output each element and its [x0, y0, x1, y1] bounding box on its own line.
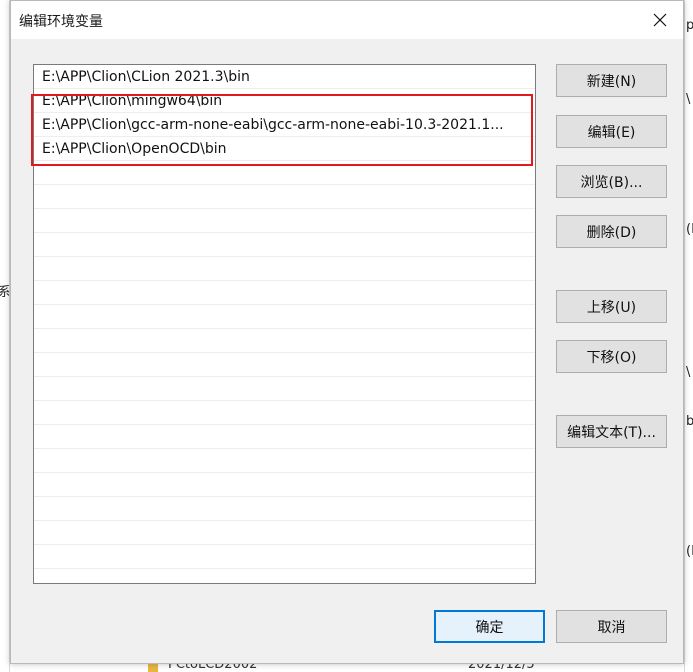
- delete-button[interactable]: 删除(D): [556, 215, 667, 248]
- close-button[interactable]: [637, 1, 683, 39]
- background-right-text: p.: [686, 18, 693, 33]
- background-file-name: PCtoLCD2002: [168, 664, 258, 672]
- new-button[interactable]: 新建(N): [556, 64, 667, 97]
- list-item[interactable]: [34, 161, 535, 185]
- background-right-edge: p. \ (D \ b (L: [684, 0, 693, 672]
- background-right-text: (L: [686, 544, 693, 559]
- list-item[interactable]: [34, 257, 535, 281]
- background-left-text: 系: [0, 281, 9, 300]
- list-item[interactable]: E:\APP\Clion\OpenOCD\bin: [34, 137, 535, 161]
- path-list[interactable]: E:\APP\Clion\CLion 2021.3\bin E:\APP\Cli…: [33, 64, 536, 584]
- move-down-button[interactable]: 下移(O): [556, 340, 667, 373]
- list-item[interactable]: [34, 329, 535, 353]
- list-item[interactable]: [34, 233, 535, 257]
- list-item[interactable]: [34, 305, 535, 329]
- edit-env-var-dialog: 编辑环境变量 E:\APP\Clion\CLion 2021.3\bin E:\…: [10, 0, 684, 664]
- background-file-date: 2021/12/5: [468, 664, 535, 672]
- background-right-text: \: [686, 92, 691, 107]
- background-right-text: b: [686, 414, 693, 429]
- list-item[interactable]: [34, 473, 535, 497]
- folder-icon: [148, 664, 158, 672]
- browse-button[interactable]: 浏览(B)...: [556, 165, 667, 198]
- list-item[interactable]: E:\APP\Clion\gcc-arm-none-eabi\gcc-arm-n…: [34, 113, 535, 137]
- list-item[interactable]: [34, 449, 535, 473]
- background-right-text: \: [686, 365, 691, 380]
- list-item[interactable]: [34, 425, 535, 449]
- title-bar: 编辑环境变量: [11, 1, 683, 39]
- list-item[interactable]: [34, 521, 535, 545]
- list-item[interactable]: [34, 281, 535, 305]
- list-item[interactable]: [34, 401, 535, 425]
- list-item[interactable]: [34, 353, 535, 377]
- dialog-title: 编辑环境变量: [19, 14, 103, 30]
- list-item[interactable]: E:\APP\Clion\mingw64\bin: [34, 89, 535, 113]
- list-item[interactable]: [34, 497, 535, 521]
- edit-text-button[interactable]: 编辑文本(T)...: [556, 415, 667, 448]
- list-item[interactable]: [34, 185, 535, 209]
- background-left-edge: 系: [0, 0, 10, 672]
- ok-button[interactable]: 确定: [434, 610, 545, 643]
- cancel-button[interactable]: 取消: [556, 610, 667, 643]
- close-icon: [653, 13, 667, 27]
- background-file-row: PCtoLCD2002 2021/12/5: [10, 664, 684, 672]
- move-up-button[interactable]: 上移(U): [556, 290, 667, 323]
- background-right-text: (D: [686, 222, 693, 237]
- list-item[interactable]: [34, 545, 535, 569]
- list-item[interactable]: E:\APP\Clion\CLion 2021.3\bin: [34, 65, 535, 89]
- edit-button[interactable]: 编辑(E): [556, 115, 667, 148]
- list-item[interactable]: [34, 377, 535, 401]
- list-item[interactable]: [34, 209, 535, 233]
